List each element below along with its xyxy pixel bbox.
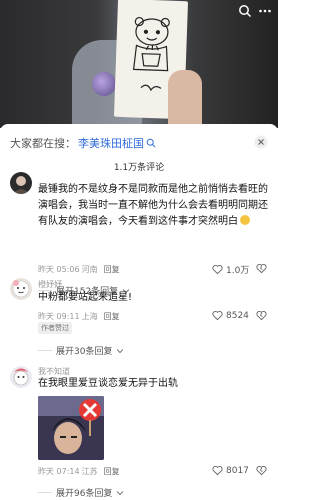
sad-emoji-icon <box>240 215 250 225</box>
video-hand <box>168 70 202 128</box>
expand-replies[interactable]: 展开30条回复 <box>38 344 124 357</box>
author-liked-badge: 作者赞过 <box>38 322 72 334</box>
chevron-down-icon <box>117 490 124 495</box>
trending-prefix: 大家都在搜： <box>10 137 76 150</box>
comment-text-body: 最锤我的不是纹身不是同款而是他之前悄悄去看旺的演唱会，我当时一直不解他为什么会去… <box>38 184 268 227</box>
comment-user[interactable]: 橙妤妤 <box>38 279 62 290</box>
reply-button[interactable]: 回复 <box>104 264 120 275</box>
search-icon[interactable] <box>238 4 252 18</box>
reply-button[interactable]: 回复 <box>104 311 120 322</box>
comment-location: 江苏 <box>81 467 98 476</box>
reply-button[interactable]: 回复 <box>104 466 120 477</box>
expand-replies[interactable]: 展开96条回复 <box>38 486 124 499</box>
chevron-down-icon <box>117 348 124 353</box>
like-button[interactable]: 1.0万 <box>212 263 249 276</box>
trending-search-icon <box>146 138 156 148</box>
avatar[interactable] <box>10 366 32 388</box>
avatar[interactable] <box>10 172 32 194</box>
dislike-icon[interactable] <box>256 465 267 476</box>
comment-location: 河南 <box>81 265 98 274</box>
close-icon[interactable] <box>254 135 268 149</box>
like-count: 8524 <box>226 310 249 321</box>
video-player[interactable] <box>0 0 278 128</box>
comment-meta: 昨天 09:11 上海 回复 <box>38 311 120 322</box>
dislike-icon[interactable] <box>256 263 267 274</box>
comment-image[interactable] <box>38 396 104 460</box>
expand-replies-label: 展开96条回复 <box>56 489 113 499</box>
comment-time: 昨天 09:11 <box>38 312 80 321</box>
comment-meta: 昨天 05:06 河南 回复 <box>38 264 120 275</box>
trending-keyword[interactable]: 李美珠田柾国 <box>78 135 144 151</box>
dislike-icon[interactable] <box>256 310 267 321</box>
like-count: 1.0万 <box>226 266 250 276</box>
heart-icon <box>212 310 223 321</box>
like-button[interactable]: 8017 <box>212 465 249 476</box>
video-crystal-ball <box>92 72 116 96</box>
comment-meta: 昨天 07:14 江苏 回复 <box>38 466 120 477</box>
expand-replies-label: 展开30条回复 <box>56 347 113 357</box>
more-icon[interactable] <box>258 4 272 18</box>
comment-text: 最锤我的不是纹身不是同款而是他之前悄悄去看旺的演唱会，我当时一直不解他为什么会去… <box>38 182 268 230</box>
comment-time: 昨天 07:14 <box>38 467 80 476</box>
comment-time: 昨天 05:06 <box>38 265 80 274</box>
comment-location: 上海 <box>81 312 98 321</box>
like-count: 8017 <box>226 465 249 476</box>
comment-text: 在我眼里爱豆谈恋爱无异于出轨 <box>38 378 178 389</box>
avatar[interactable] <box>10 278 32 300</box>
comment-text: 中粉都要站起来追星! <box>38 292 133 303</box>
trending-search[interactable]: 大家都在搜： 李美珠田柾国 <box>10 136 268 150</box>
heart-icon <box>212 465 223 476</box>
heart-icon <box>212 264 223 275</box>
like-button[interactable]: 8524 <box>212 310 249 321</box>
comment-count: 1.1万条评论 <box>113 163 165 173</box>
